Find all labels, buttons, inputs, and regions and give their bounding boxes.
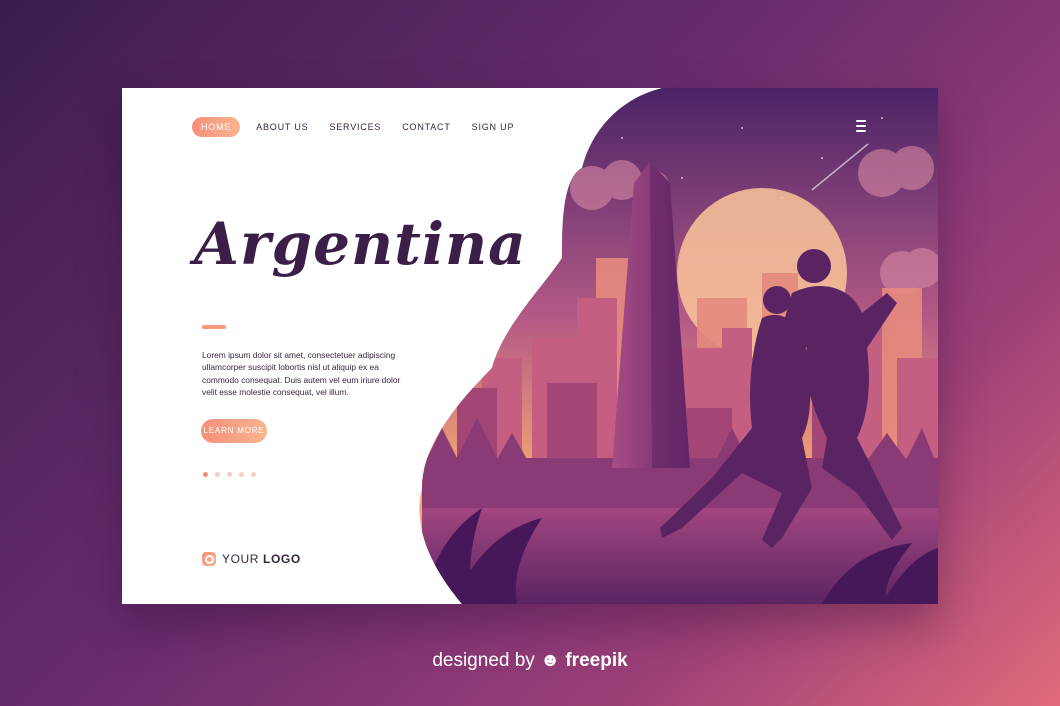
title-underline	[202, 325, 226, 329]
nav-services[interactable]: SERVICES	[329, 122, 381, 132]
carousel-dot-4[interactable]	[239, 472, 244, 477]
nav-contact[interactable]: CONTACT	[402, 122, 450, 132]
credit-prefix: designed by	[432, 650, 535, 671]
hero-description: Lorem ipsum dolor sit amet, consectetuer…	[202, 350, 401, 398]
carousel-dot-1[interactable]	[203, 472, 208, 477]
designer-credit: designed by ☻ freepik	[0, 650, 1060, 672]
credit-brand: freepik	[565, 650, 628, 671]
camera-logo-icon	[202, 552, 216, 566]
learn-more-button[interactable]: LEARN MORE	[201, 419, 267, 443]
hamburger-menu-icon[interactable]	[856, 120, 866, 135]
nav-about-us[interactable]: ABOUT US	[256, 122, 308, 132]
carousel-dot-5[interactable]	[251, 472, 256, 477]
site-logo[interactable]: YOUR LOGO	[202, 552, 301, 566]
nav-home[interactable]: HOME	[192, 117, 241, 137]
carousel-dot-3[interactable]	[227, 472, 232, 477]
hero-illustration	[419, 88, 938, 604]
logo-bold: LOGO	[263, 552, 301, 566]
main-nav: HOME ABOUT US SERVICES CONTACT SIGN UP	[192, 117, 535, 137]
nav-sign-up[interactable]: SIGN UP	[472, 122, 515, 132]
freepik-icon: ☻	[540, 650, 561, 671]
landing-card: HOME ABOUT US SERVICES CONTACT SIGN UP A…	[122, 88, 938, 604]
carousel-dots	[203, 472, 256, 477]
logo-prefix: YOUR	[222, 552, 260, 566]
page-title: Argentina	[194, 210, 527, 278]
carousel-dot-2[interactable]	[215, 472, 220, 477]
